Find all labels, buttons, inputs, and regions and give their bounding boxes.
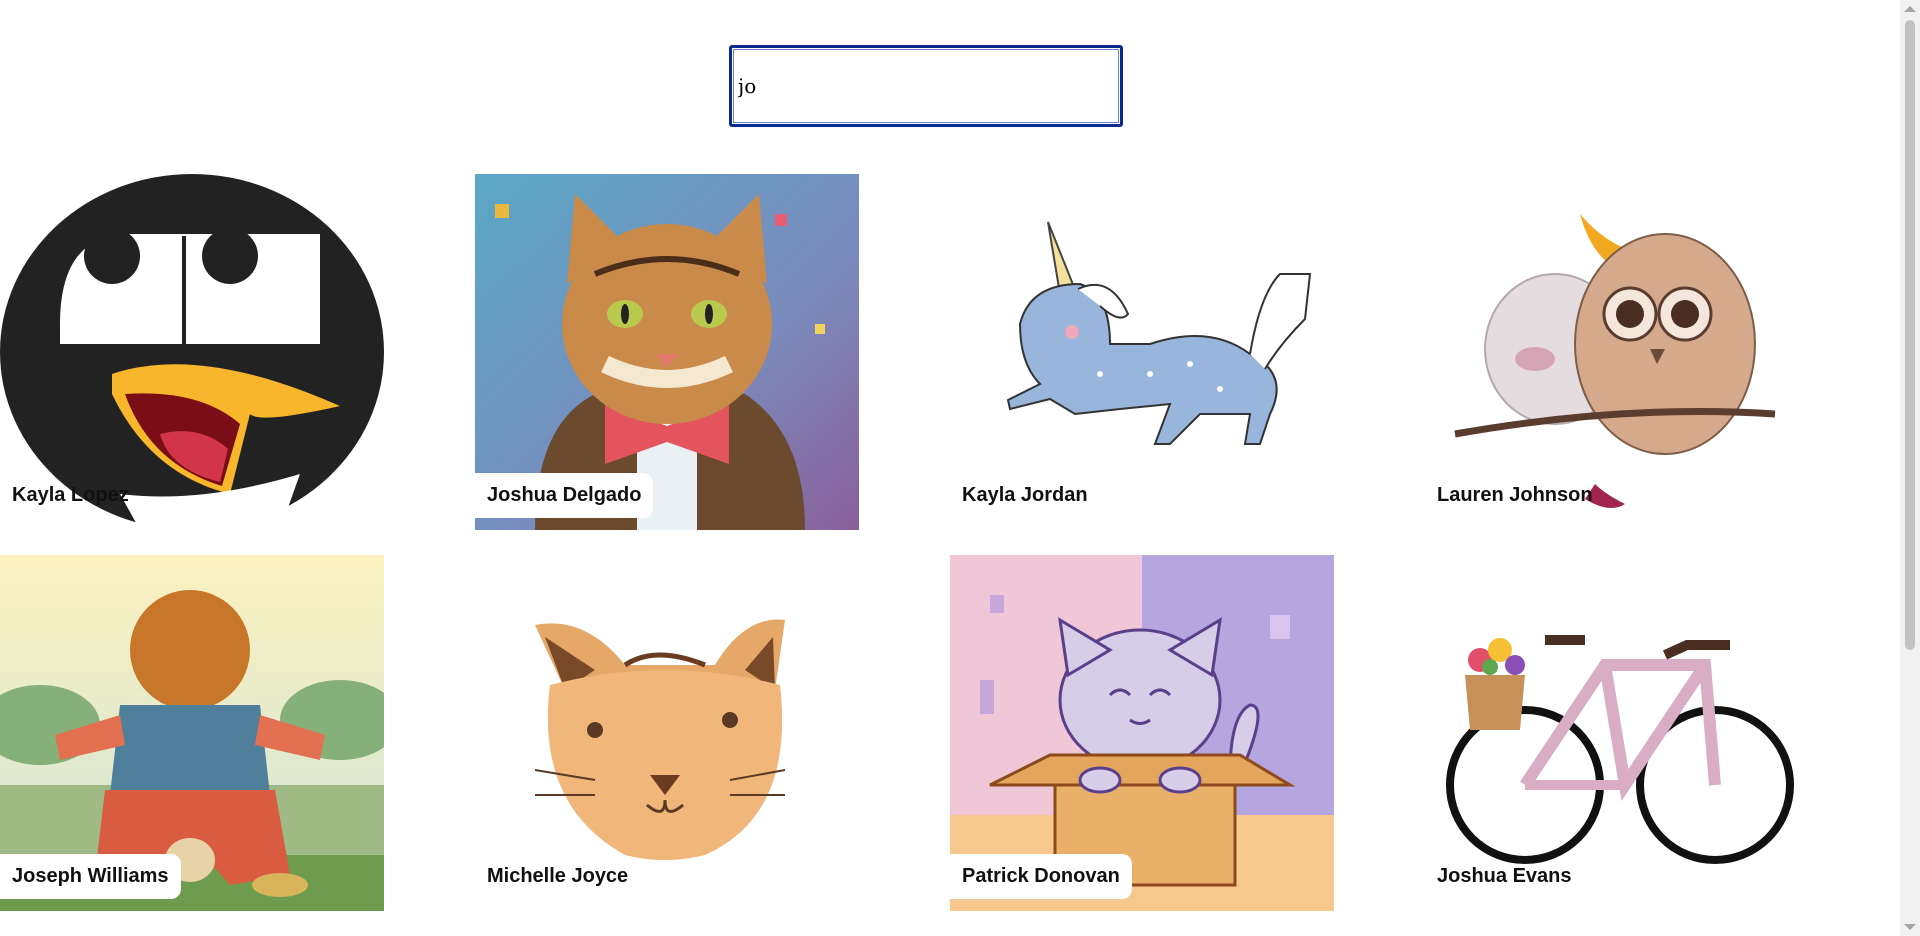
scroll-down-arrow-icon[interactable] bbox=[1904, 924, 1916, 930]
card-name-label: Kayla Jordan bbox=[962, 484, 1088, 506]
card-name-label: Lauren Johnson bbox=[1437, 484, 1593, 506]
scrollbar-thumb[interactable] bbox=[1905, 20, 1915, 650]
scroll-up-arrow-icon[interactable] bbox=[1904, 6, 1916, 12]
profile-card-joshua-delgado[interactable]: Joshua Delgado bbox=[475, 174, 859, 530]
profile-card-patrick-donovan[interactable]: Patrick Donovan bbox=[950, 555, 1334, 911]
vertical-scrollbar[interactable] bbox=[1900, 0, 1920, 936]
page: Kayla Lopez bbox=[0, 0, 1920, 936]
card-name-label: Michelle Joyce bbox=[487, 865, 629, 887]
profile-card-kayla-jordan[interactable]: Kayla Jordan bbox=[950, 174, 1334, 530]
card-name-label: Joseph Williams bbox=[0, 854, 181, 899]
card-name-label: Kayla Lopez bbox=[12, 484, 129, 506]
search-box bbox=[729, 45, 1123, 127]
profile-card-joseph-williams[interactable]: Joseph Williams bbox=[0, 555, 384, 911]
profile-card-joshua-evans[interactable]: Joshua Evans bbox=[1425, 555, 1809, 911]
profile-card-michelle-joyce[interactable]: Michelle Joyce bbox=[475, 555, 859, 911]
search-input[interactable] bbox=[729, 45, 1123, 127]
card-name-label: Joshua Evans bbox=[1437, 865, 1572, 887]
profile-card-kayla-lopez[interactable]: Kayla Lopez bbox=[0, 174, 384, 530]
card-name-label: Patrick Donovan bbox=[950, 854, 1132, 899]
profile-card-lauren-johnson[interactable]: Lauren Johnson bbox=[1425, 174, 1809, 530]
card-name-label: Joshua Delgado bbox=[475, 473, 654, 518]
